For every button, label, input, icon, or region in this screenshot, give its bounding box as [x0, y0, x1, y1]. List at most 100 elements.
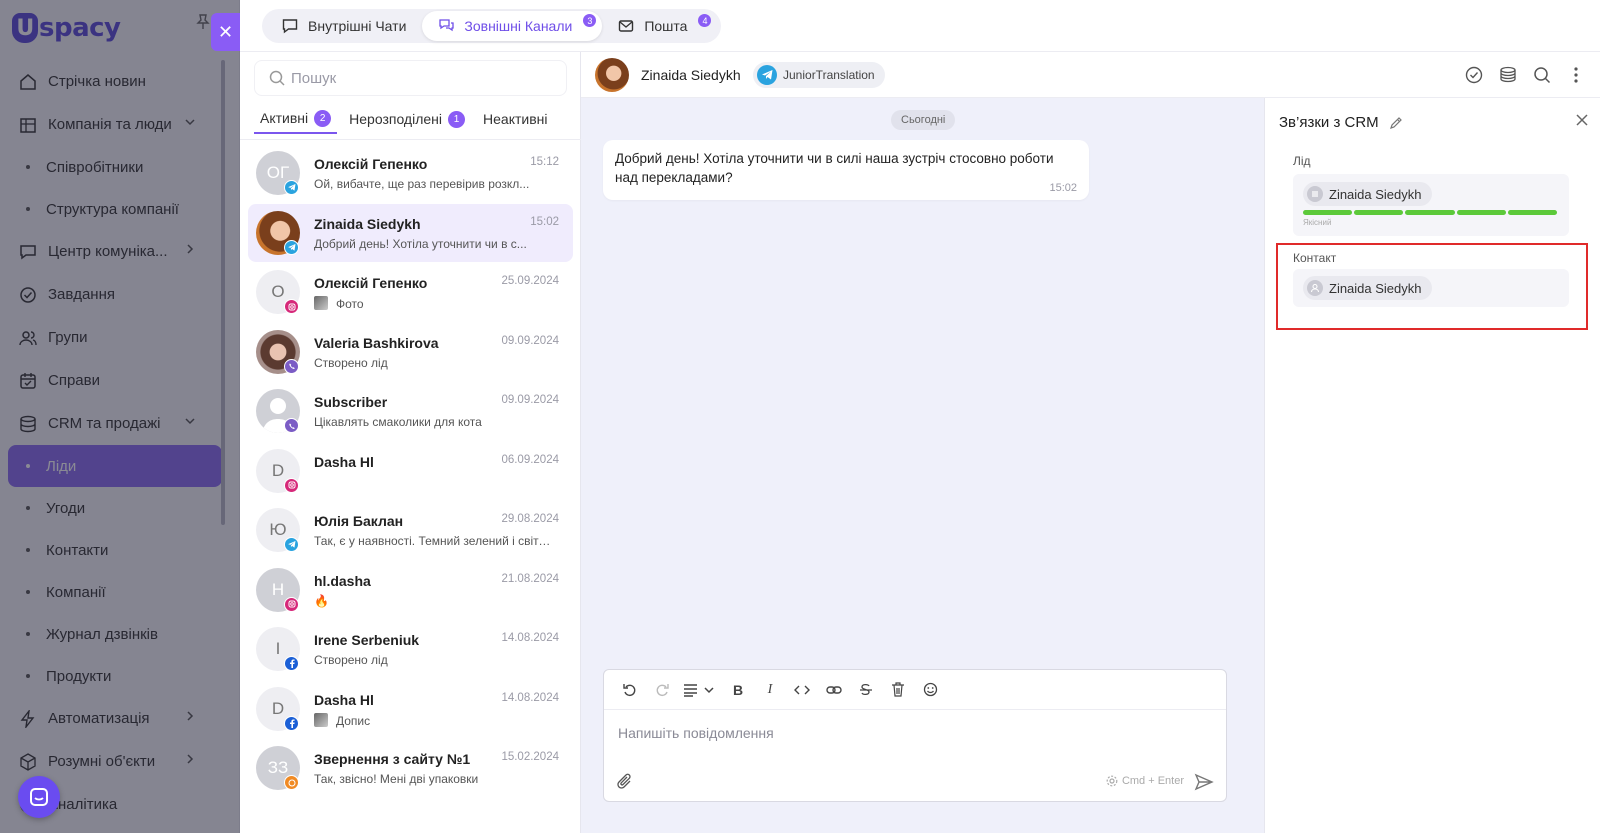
- message-composer: B I Cmd + Enter: [603, 669, 1227, 802]
- chat-preview: Ой, вибачте, ще раз перевірив розкл...: [314, 177, 554, 191]
- chat-name: Zinaida Siedykh: [314, 215, 421, 232]
- channel-chip[interactable]: JuniorTranslation: [753, 62, 885, 88]
- facebook-icon: [284, 656, 299, 671]
- chat-list: ОГ Олексій Гепенко 15:12 Ой, вибачте, ще ра…: [248, 144, 573, 799]
- chat-preview: Так, звісно! Мені дві упаковки: [314, 772, 554, 786]
- chat-preview: Добрий день! Хотіла уточнити чи в с...: [314, 237, 554, 251]
- bold-icon[interactable]: B: [722, 676, 754, 704]
- chat-name: Dasha Hl: [314, 691, 374, 708]
- chat-time: 15.02.2024: [501, 751, 559, 763]
- help-chat-button[interactable]: [18, 776, 60, 818]
- chat-status-tab[interactable]: Нерозподілені 1: [343, 104, 471, 134]
- chat-name: Subscriber: [314, 394, 388, 410]
- progress-segment: [1507, 210, 1558, 215]
- user-icon: [1307, 280, 1323, 296]
- redo-icon[interactable]: [646, 676, 678, 704]
- tab-label: Пошта: [644, 18, 688, 34]
- contact-chip[interactable]: Zinaida Siedykh: [1303, 276, 1432, 300]
- undo-icon[interactable]: [614, 676, 646, 704]
- contact-card[interactable]: Zinaida Siedykh: [1293, 269, 1569, 307]
- header-actions: [1450, 65, 1586, 85]
- chat-preview: 🔥: [314, 594, 554, 608]
- chat-preview: Фото: [314, 296, 554, 311]
- telegram-icon: [757, 65, 777, 85]
- search-icon: [269, 70, 285, 86]
- check-circle-icon[interactable]: [1464, 65, 1484, 85]
- chat-list-item[interactable]: Subscriber 09.09.2024 Цікавлять смаколики …: [248, 382, 573, 440]
- link-icon[interactable]: [818, 676, 850, 704]
- send-shortcut-hint[interactable]: Cmd + Enter: [1106, 775, 1184, 787]
- chat-list-item[interactable]: О Олексій Гепенко 25.09.2024 Фото: [248, 263, 573, 321]
- contact-name[interactable]: Zinaida Siedykh: [641, 67, 741, 83]
- chat-list-item[interactable]: I Irene Serbeniuk 14.08.2024 Створено лід: [248, 620, 573, 678]
- chat-preview: Так, є у наявності. Темний зелений і сві…: [314, 534, 554, 548]
- italic-icon[interactable]: I: [754, 676, 786, 704]
- chat-preview: Цікавлять смаколики для кота: [314, 415, 554, 429]
- lead-chip[interactable]: Zinaida Siedykh: [1303, 182, 1432, 206]
- chat-time: 06.09.2024: [501, 453, 559, 466]
- message-text: Добрий день! Хотіла уточнити чи в силі н…: [615, 151, 1054, 185]
- chat-list-item[interactable]: Zinaida Siedykh 15:02 Добрий день! Хотіла …: [248, 203, 573, 262]
- contact-avatar[interactable]: [595, 58, 629, 92]
- chat-status-tab[interactable]: Неактивні: [477, 104, 553, 134]
- pencil-icon[interactable]: [1389, 116, 1403, 130]
- chat-time: 25.09.2024: [501, 275, 559, 287]
- tab-channel[interactable]: Внутрішні Чати: [266, 11, 422, 41]
- telegram-icon: [284, 537, 299, 552]
- count-badge: 2: [314, 109, 332, 127]
- send-icon[interactable]: [1194, 772, 1214, 792]
- chat-list-item[interactable]: ЗЗ Звернення з сайту №1 15.02.2024 Так, зві…: [248, 739, 573, 797]
- crm-stack-icon[interactable]: [1498, 65, 1518, 85]
- chat-name: Олексій Гепенко: [314, 275, 428, 291]
- chat-list-item[interactable]: ОГ Олексій Гепенко 15:12 Ой, вибачте, ще ра…: [248, 144, 573, 202]
- more-vertical-icon[interactable]: [1566, 65, 1586, 85]
- chat-list-item[interactable]: D Dasha Hl 14.08.2024 Допис: [248, 680, 573, 738]
- sidebar-overlay[interactable]: [0, 0, 240, 833]
- chat-name: Irene Serbeniuk: [314, 632, 420, 648]
- crm-title-text: Зв’язки з CRM: [1279, 114, 1379, 131]
- strikethrough-icon[interactable]: [850, 676, 882, 704]
- facebook-icon: [284, 715, 299, 731]
- avatar-initials: О: [271, 282, 285, 301]
- chat-name: Dasha Hl: [314, 453, 374, 470]
- chat-list-item[interactable]: Ю Юлія Баклан 29.08.2024 Так, є у наявності…: [248, 501, 573, 559]
- tab-channel[interactable]: Пошта 4: [602, 11, 717, 41]
- chat-preview-text: Створено лід: [314, 355, 388, 370]
- tab-channel[interactable]: Зовнішні Канали 3: [422, 11, 603, 41]
- progress-segment: [1456, 210, 1506, 215]
- chat-time: 21.08.2024: [501, 572, 559, 585]
- telegram-icon: [284, 180, 299, 195]
- search-input[interactable]: [291, 69, 551, 87]
- paperclip-icon[interactable]: [616, 773, 634, 791]
- chat-name: Звернення з сайту №1: [314, 751, 471, 767]
- emoji-icon[interactable]: [914, 676, 946, 704]
- chat-preview-text: Створено лід: [314, 653, 388, 667]
- chat-list-item[interactable]: Valeria Bashkirova 09.09.2024 Створено лід: [248, 323, 573, 381]
- site-icon: [284, 775, 299, 790]
- composer-toolbar: B I: [604, 670, 1226, 710]
- instagram-icon: [284, 477, 299, 493]
- chat-time: 14.08.2024: [501, 691, 559, 704]
- lead-card[interactable]: Zinaida Siedykh Якісний: [1293, 174, 1569, 236]
- chat-status-tab[interactable]: Активні 2: [254, 104, 338, 134]
- chat-preview-text: 🔥: [314, 593, 329, 608]
- progress-segment: [1354, 210, 1404, 215]
- close-icon[interactable]: [1572, 110, 1592, 130]
- chat-preview-text: Ой, вибачте, ще раз перевірив розкл...: [314, 177, 530, 191]
- chat-time: 14.08.2024: [501, 632, 559, 644]
- search-box[interactable]: [254, 60, 567, 96]
- chat-time: 29.08.2024: [501, 513, 559, 525]
- telegram-icon: [284, 239, 299, 255]
- chat-list-item[interactable]: D Dasha Hl 06.09.2024: [248, 442, 573, 500]
- close-sidebar-button[interactable]: ✕: [211, 13, 240, 51]
- code-icon[interactable]: [786, 676, 818, 704]
- search-icon[interactable]: [1532, 65, 1552, 85]
- message-input[interactable]: [618, 725, 1198, 749]
- day-separator: Сьогодні: [891, 110, 956, 130]
- chat-preview-text: Так, є у наявності. Темний зелений і сві…: [314, 534, 554, 548]
- viber-icon: [284, 418, 299, 433]
- chat-list-item[interactable]: Hhl.dasha 21.08.2024 🔥: [248, 561, 573, 619]
- align-dropdown-icon[interactable]: [678, 676, 722, 704]
- crm-links-panel: Зв’язки з CRM Лід Zinaida Siedykh Якісни…: [1264, 98, 1600, 833]
- trash-icon[interactable]: [882, 676, 914, 704]
